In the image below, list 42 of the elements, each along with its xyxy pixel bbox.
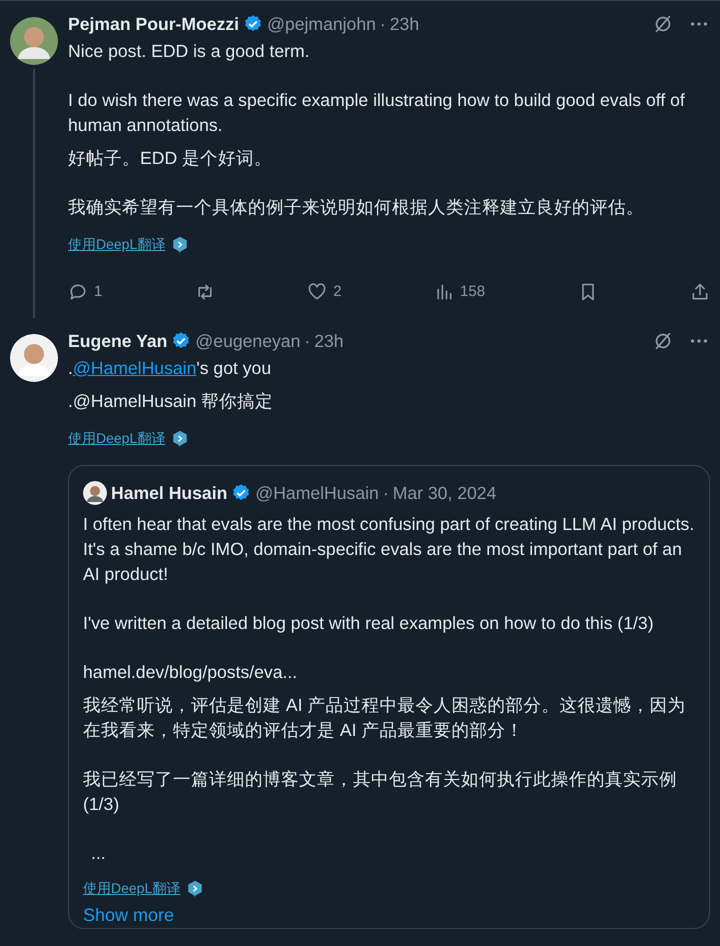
author-handle[interactable]: @eugeneyan: [195, 328, 300, 354]
author-name[interactable]: Eugene Yan: [68, 328, 168, 354]
post-text: I do wish there was a specific example illustrating how to build good evals off of human annotations.: [68, 89, 686, 137]
quoted-text: I often hear that evals are the most confusing part of creating LLM AI products. It's a shame b/c IMO, domain-specific evals are the most important part of an AI product!: [83, 513, 695, 586]
translated-text: 我已经写了一篇详细的博客文章，其中包含有关如何执行此操作的真实示例 (1/3): [83, 768, 678, 816]
show-more-link[interactable]: Show more: [83, 903, 174, 928]
separator-dot: ·: [304, 330, 310, 352]
post-time[interactable]: 23h: [314, 328, 344, 354]
translated-text: 我确实希望有一个具体的例子来说明如何根据人类注释建立良好的评估。: [68, 196, 645, 219]
post-text: Nice post. EDD is a good term.: [68, 40, 311, 63]
post-text: .@HamelHusain's got you: [68, 357, 272, 380]
quoted-text: I've written a detailed blog post with real examples on how to do this (1/3): [83, 612, 655, 635]
author-name: Hamel Husain: [111, 482, 228, 504]
translate-link[interactable]: 使用DeepL翻译: [83, 876, 180, 901]
mention-link[interactable]: @HamelHusain: [72, 358, 196, 378]
avatar: [10, 334, 58, 382]
translate-logo-icon: [186, 880, 204, 898]
post-date: Mar 30, 2024: [392, 482, 496, 504]
heart-icon: [307, 282, 328, 302]
views-button[interactable]: 158: [434, 279, 486, 304]
translate-logo-icon: [171, 430, 190, 448]
translate-logo-icon: [171, 236, 190, 254]
translated-text: ...: [90, 842, 107, 865]
translate-link[interactable]: 使用DeepL翻译: [68, 426, 166, 451]
like-button[interactable]: 2: [307, 279, 342, 304]
separator-dot: ·: [382, 482, 389, 504]
avatar: [83, 481, 107, 505]
speech-bubble-icon: [68, 282, 88, 302]
translated-text: 我经常听说，评估是创建 AI 产品过程中最令人困惑的部分。这很遗憾，因为在我看来，特定领域的评估才是 AI 产品最重要的部分！: [83, 694, 686, 742]
author-handle[interactable]: @pejmanjohn: [267, 12, 376, 36]
avatar: [10, 17, 58, 65]
post-time[interactable]: 23h: [390, 12, 420, 36]
translated-text: .@HamelHusain 帮你搞定: [68, 390, 274, 413]
translate-link[interactable]: 使用DeepL翻译: [68, 232, 166, 257]
author-handle: @HamelHusain: [255, 482, 379, 504]
separator-dot: ·: [380, 12, 386, 36]
quoted-post-card[interactable]: [68, 465, 710, 929]
share-icon: [690, 282, 710, 302]
translated-text: 好帖子。EDD 是个好词。: [68, 147, 274, 170]
author-name[interactable]: Pejman Pour-Moezzi: [68, 12, 240, 36]
quoted-text: hamel.dev/blog/posts/eva...: [83, 661, 298, 684]
reply-button[interactable]: 1: [68, 279, 102, 304]
